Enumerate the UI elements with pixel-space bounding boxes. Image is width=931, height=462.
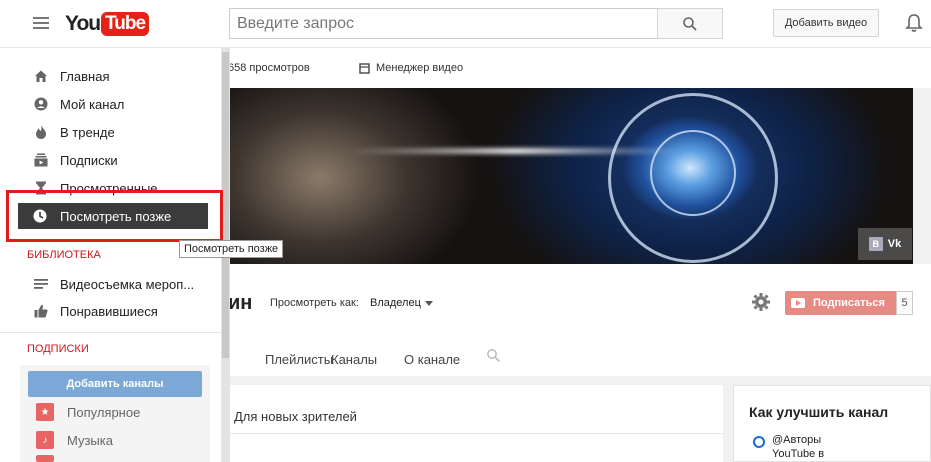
star-icon: ★ — [36, 403, 54, 421]
vk-link[interactable]: B Vk — [858, 228, 912, 260]
sidebar-item-label: Главная — [60, 68, 110, 84]
tab-playlists[interactable]: Плейлисты — [265, 352, 333, 367]
home-icon — [34, 69, 48, 83]
thumbs-up-icon — [34, 304, 48, 318]
music-note-icon: ♪ — [36, 431, 54, 449]
video-manager-link[interactable]: Менеджер видео — [359, 62, 463, 74]
video-manager-icon — [359, 62, 370, 74]
tab-channels[interactable]: Каналы — [331, 352, 377, 367]
vk-label: Vk — [887, 238, 902, 250]
sidebar-item-my-channel[interactable]: Мой канал — [0, 90, 221, 118]
improve-channel-title: Как улучшить канал — [749, 404, 889, 420]
subscriptions-icon — [34, 153, 48, 167]
flame-icon — [34, 125, 48, 139]
library-section-title: БИБЛИОТЕКА — [27, 249, 101, 261]
sidebar-item-label: Подписки — [60, 152, 118, 168]
menu-icon[interactable] — [33, 17, 49, 29]
notifications-bell-icon[interactable] — [905, 13, 923, 36]
vk-icon: B — [868, 237, 883, 251]
search-icon — [683, 16, 697, 31]
chevron-down-icon[interactable] — [425, 301, 433, 306]
sidebar-item-label: Понравившиеся — [60, 303, 158, 319]
subscription-item-label: Музыка — [67, 432, 113, 448]
views-count: 658 просмотров — [228, 62, 310, 74]
subscription-item-music[interactable]: ♪ Музыка — [36, 431, 113, 449]
gear-icon[interactable] — [751, 292, 771, 315]
channel-name: ин — [228, 292, 253, 314]
youtube-logo[interactable]: You Tube — [65, 9, 150, 39]
add-channels-button[interactable]: Добавить каналы — [28, 371, 202, 397]
improve-item-text[interactable]: @Авторы YouTube в — [772, 433, 862, 461]
subscription-icon-partial — [36, 455, 54, 462]
checklist-radio-icon[interactable] — [753, 436, 765, 448]
sidebar-item-subscriptions[interactable]: Подписки — [0, 146, 221, 174]
sidebar-item-label: Мой канал — [60, 96, 125, 112]
video-manager-label: Менеджер видео — [376, 62, 464, 74]
sidebar-item-playlist[interactable]: Видеосъемка мероп... — [0, 270, 221, 298]
tooltip: Посмотреть позже — [179, 240, 284, 258]
playlist-icon — [34, 277, 48, 291]
new-viewers-heading: Для новых зрителей — [234, 409, 357, 424]
subscription-item-label: Популярное — [67, 404, 141, 420]
sidebar-item-liked[interactable]: Понравившиеся — [0, 297, 221, 325]
subscriptions-section-title: ПОДПИСКИ — [27, 343, 89, 355]
sidebar-item-home[interactable]: Главная — [0, 62, 221, 90]
sidebar-item-label: Видеосъемка мероп... — [60, 276, 195, 292]
divider — [228, 433, 723, 434]
subscriber-count: 5 — [896, 291, 913, 315]
sidebar-item-label: В тренде — [60, 124, 115, 140]
scrollbar-thumb[interactable] — [222, 52, 229, 358]
view-as-dropdown[interactable]: Владелец — [370, 297, 421, 309]
search-input[interactable] — [229, 8, 657, 39]
subscribe-button[interactable]: Подписаться — [785, 291, 896, 315]
view-as-label: Просмотреть как: — [270, 297, 359, 309]
divider — [0, 332, 221, 333]
logo-you-text: You — [65, 12, 101, 35]
light-glare-decor — [350, 148, 680, 154]
highlight-annotation-box — [6, 190, 223, 242]
top-header: You Tube Добавить видео — [0, 0, 931, 48]
lens-inner-ring-decor — [650, 130, 736, 216]
subscription-item-partial[interactable] — [36, 455, 54, 462]
account-icon — [34, 97, 48, 111]
subscription-item-popular[interactable]: ★ Популярное — [36, 403, 140, 421]
subscribe-label: Подписаться — [813, 297, 885, 309]
subscriptions-box: Добавить каналы ★ Популярное ♪ Музыка — [20, 365, 210, 462]
search-button[interactable] — [657, 8, 723, 39]
youtube-play-icon — [791, 298, 805, 308]
sidebar-item-trending[interactable]: В тренде — [0, 118, 221, 146]
tab-about[interactable]: О канале — [404, 352, 460, 367]
logo-tube-text: Tube — [101, 12, 150, 36]
improve-channel-card: Как улучшить канал @Авторы YouTube в — [733, 385, 931, 462]
upload-video-button[interactable]: Добавить видео — [773, 9, 879, 37]
channel-search-icon[interactable] — [486, 348, 501, 366]
